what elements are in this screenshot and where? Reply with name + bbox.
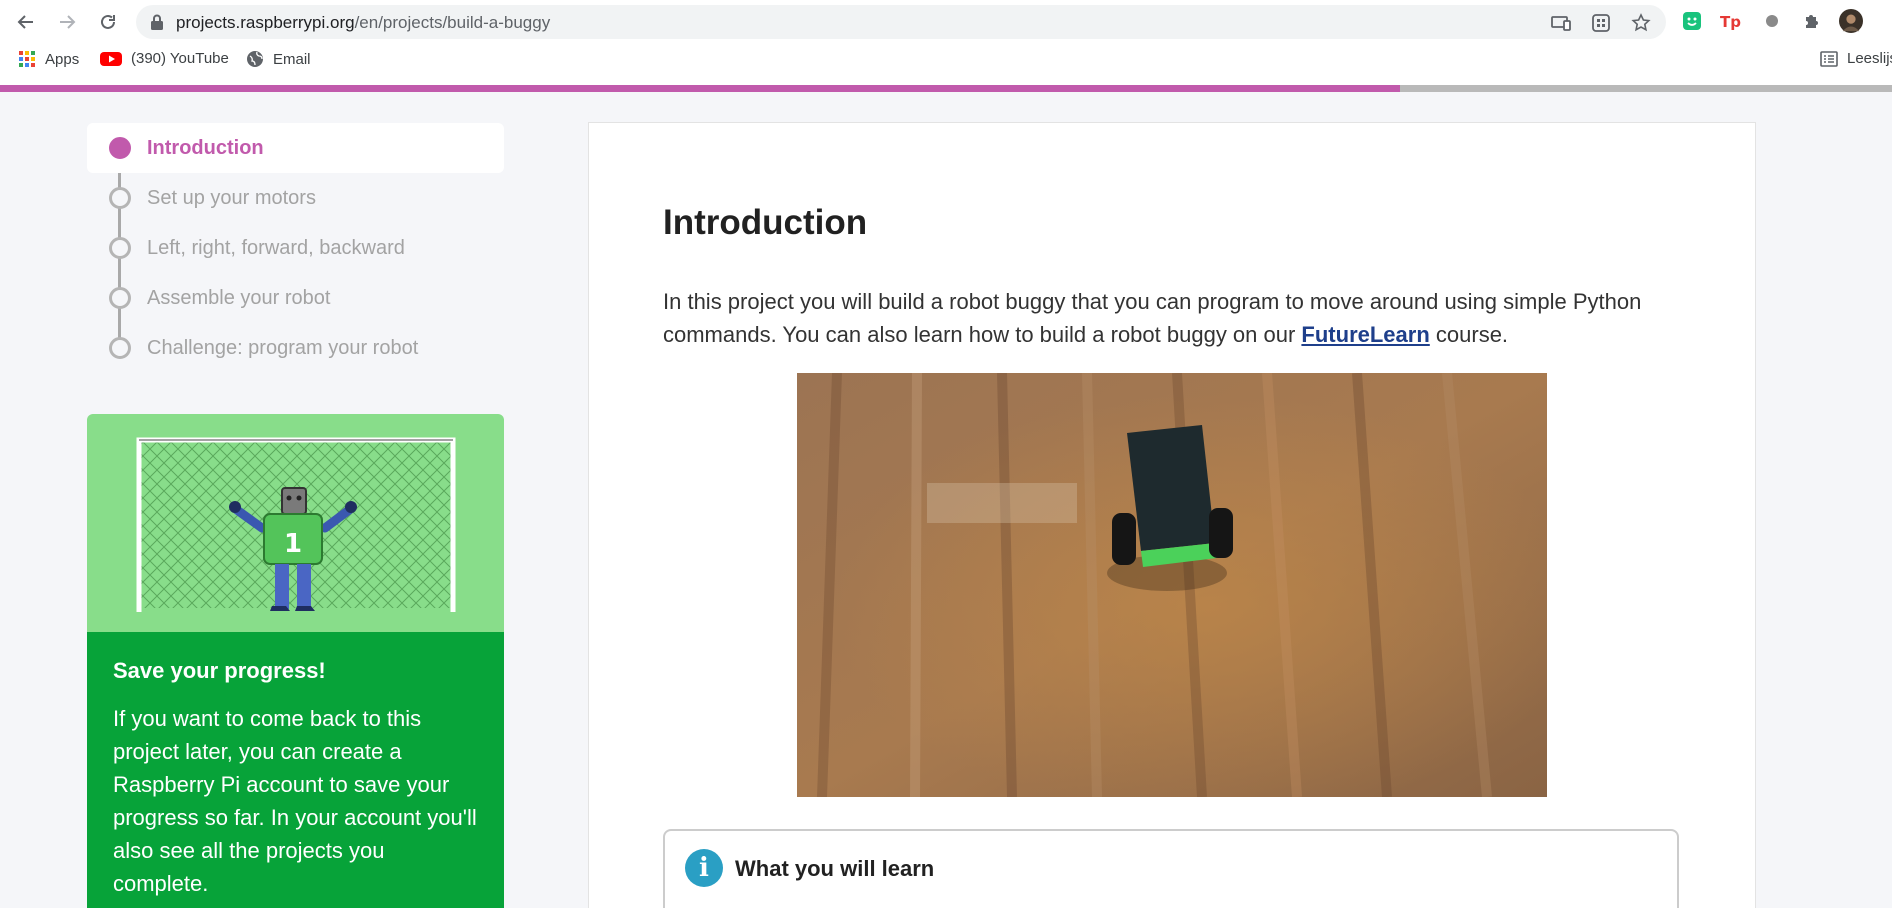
- url-path: /en/projects/build-a-buggy: [354, 13, 551, 32]
- extension-icon[interactable]: [1760, 9, 1784, 33]
- step-label: Assemble your robot: [147, 286, 331, 309]
- apps-grid-icon: [19, 51, 35, 67]
- bookmarks-bar: Apps (390) YouTube Email Leeslijst: [0, 46, 1892, 76]
- reading-list-icon: [1820, 50, 1838, 67]
- bookmark-label: Apps: [45, 50, 80, 68]
- bookmark-label: (390) YouTube: [131, 50, 229, 67]
- save-progress-card: 1 Save your progress! If you want to com…: [87, 414, 504, 908]
- address-bar[interactable]: projects.raspberrypi.org/en/projects/bui…: [136, 5, 1666, 39]
- globe-icon: [247, 51, 263, 67]
- step-label: Challenge: program your robot: [147, 336, 419, 359]
- step-navigation: Introduction Set up your motors Left, ri…: [87, 123, 504, 373]
- bookmark-email[interactable]: Email: [246, 50, 311, 68]
- reading-list[interactable]: Leeslijst: [1820, 50, 1892, 67]
- lock-icon: [150, 14, 164, 35]
- robot-buggy-photo: [797, 373, 1547, 797]
- page-title: Introduction: [663, 203, 868, 242]
- reading-list-label: Leeslijst: [1847, 50, 1892, 67]
- step-dot-icon: [109, 287, 131, 309]
- url-host: projects.raspberrypi.org: [176, 13, 355, 32]
- step-label: Set up your motors: [147, 186, 316, 209]
- what-you-will-learn-box: i What you will learn: [663, 829, 1679, 908]
- reload-button[interactable]: [94, 8, 122, 36]
- back-button[interactable]: [12, 8, 40, 36]
- youtube-icon: [100, 51, 122, 66]
- profile-avatar[interactable]: [1839, 9, 1863, 33]
- tp-icon[interactable]: Tp: [1719, 9, 1743, 33]
- step-dot-icon: [109, 187, 131, 209]
- info-icon: i: [685, 849, 723, 887]
- step-label: Introduction: [147, 136, 264, 159]
- step-left-right-forward-backward[interactable]: Left, right, forward, backward: [87, 223, 504, 273]
- bookmark-label: Email: [273, 50, 311, 68]
- step-challenge[interactable]: Challenge: program your robot: [87, 323, 504, 373]
- grammarly-icon[interactable]: [1680, 9, 1704, 33]
- step-introduction[interactable]: Introduction: [87, 123, 504, 173]
- puzzle-icon[interactable]: [1800, 9, 1824, 33]
- goalkeeper-illustration: 1: [87, 414, 504, 632]
- qr-code-icon[interactable]: [1590, 12, 1612, 34]
- goalie-number: 1: [284, 529, 302, 559]
- browser-chrome: projects.raspberrypi.org/en/projects/bui…: [0, 0, 1892, 86]
- save-progress-body: Save your progress! If you want to come …: [87, 632, 504, 908]
- forward-button[interactable]: [53, 8, 81, 36]
- save-progress-text: If you want to come back to this project…: [113, 706, 477, 896]
- progress-fill: [0, 85, 1401, 92]
- save-progress-title: Save your progress!: [113, 658, 326, 683]
- step-dot-icon: [109, 237, 131, 259]
- bookmark-apps[interactable]: Apps: [18, 50, 79, 68]
- url-text: projects.raspberrypi.org/en/projects/bui…: [176, 13, 550, 33]
- svg-text:Tp: Tp: [1720, 13, 1741, 31]
- cast-icon[interactable]: [1550, 12, 1572, 34]
- learn-box-title: What you will learn: [735, 856, 935, 881]
- bookmark-youtube[interactable]: (390) YouTube: [100, 50, 229, 67]
- intro-paragraph: In this project you will build a robot b…: [663, 285, 1663, 351]
- step-label: Left, right, forward, backward: [147, 236, 405, 259]
- futurelearn-link[interactable]: FutureLearn: [1301, 322, 1429, 347]
- step-assemble-robot[interactable]: Assemble your robot: [87, 273, 504, 323]
- step-content-card: Introduction In this project you will bu…: [588, 122, 1756, 908]
- bookmark-star-icon[interactable]: [1630, 12, 1652, 34]
- step-dot-icon: [109, 137, 131, 159]
- step-set-up-motors[interactable]: Set up your motors: [87, 173, 504, 223]
- project-progress-bar: [0, 85, 1892, 92]
- intro-text-end: course.: [1429, 322, 1509, 347]
- step-dot-icon: [109, 337, 131, 359]
